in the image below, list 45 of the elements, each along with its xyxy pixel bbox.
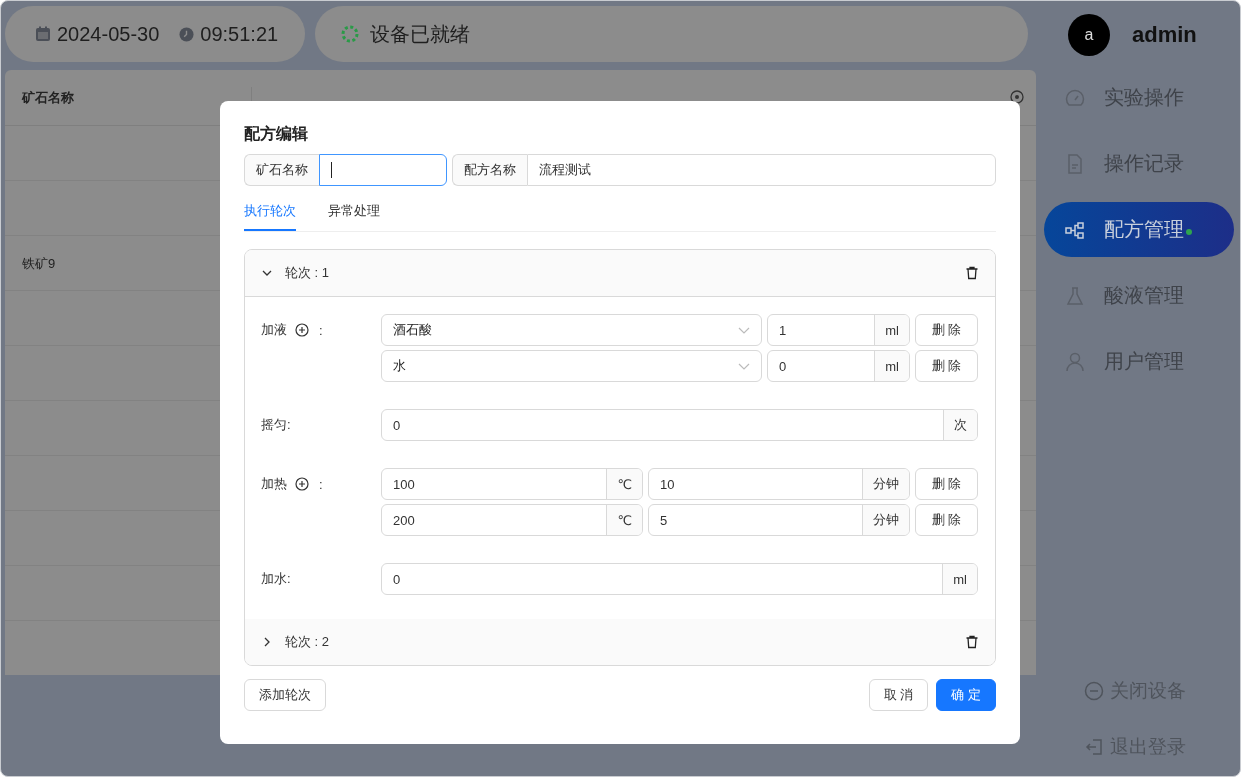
field-label: 配方名称 bbox=[452, 154, 527, 186]
tab[interactable]: 异常处理 bbox=[328, 196, 380, 231]
delete-button[interactable]: 删 除 bbox=[915, 314, 978, 346]
step-label: 摇匀: bbox=[261, 416, 291, 434]
label-colon: : bbox=[319, 476, 323, 492]
avatar: a bbox=[1068, 14, 1110, 56]
active-dot bbox=[1186, 228, 1192, 235]
input-field[interactable]: 流程测试 bbox=[527, 154, 996, 186]
date-text: 2024-05-30 bbox=[57, 22, 160, 46]
input-field[interactable] bbox=[319, 154, 447, 186]
confirm-button[interactable]: 确 定 bbox=[936, 679, 996, 711]
reagent-select[interactable]: 水 bbox=[381, 350, 762, 382]
add-circle-icon[interactable] bbox=[295, 323, 309, 337]
delete-button[interactable]: 删 除 bbox=[915, 504, 978, 536]
column-header: 矿石名称 bbox=[22, 88, 75, 107]
reagent-select[interactable]: 酒石酸 bbox=[381, 314, 762, 346]
trash-icon[interactable] bbox=[965, 635, 979, 649]
step-label: 加热 bbox=[261, 475, 287, 493]
time-text: 09:51:21 bbox=[200, 22, 279, 46]
loading-icon bbox=[340, 24, 360, 44]
flask-icon bbox=[1064, 284, 1086, 307]
field-label: 矿石名称 bbox=[244, 154, 319, 186]
round-header[interactable]: 轮次 : 2 bbox=[245, 619, 995, 665]
step-label: 加水: bbox=[261, 570, 291, 588]
add-round-button[interactable]: 添加轮次 bbox=[244, 679, 326, 711]
add-circle-icon[interactable] bbox=[295, 477, 309, 491]
status-text: 设备已就绪 bbox=[370, 21, 470, 47]
delete-button[interactable]: 删 除 bbox=[915, 350, 978, 382]
settings-icon[interactable] bbox=[1010, 90, 1024, 104]
delete-button[interactable]: 删 除 bbox=[915, 468, 978, 500]
logout-icon bbox=[1084, 737, 1104, 757]
minus-circle-icon bbox=[1084, 681, 1104, 701]
table-cell: 铁矿9 bbox=[22, 254, 56, 273]
nav-item[interactable]: 配方管理 bbox=[1044, 202, 1234, 257]
trash-icon[interactable] bbox=[965, 266, 979, 280]
round-header[interactable]: 轮次 : 1 bbox=[245, 250, 995, 297]
calendar-icon bbox=[35, 26, 51, 42]
user-icon bbox=[1064, 350, 1086, 373]
dialog-title: 配方编辑 bbox=[244, 124, 309, 144]
step-label: 加液 bbox=[261, 321, 287, 339]
tab[interactable]: 执行轮次 bbox=[244, 196, 296, 231]
label-colon: : bbox=[319, 322, 323, 338]
user-name: admin bbox=[1132, 22, 1197, 48]
clock-icon bbox=[179, 26, 195, 42]
cancel-button[interactable]: 取 消 bbox=[868, 679, 929, 711]
